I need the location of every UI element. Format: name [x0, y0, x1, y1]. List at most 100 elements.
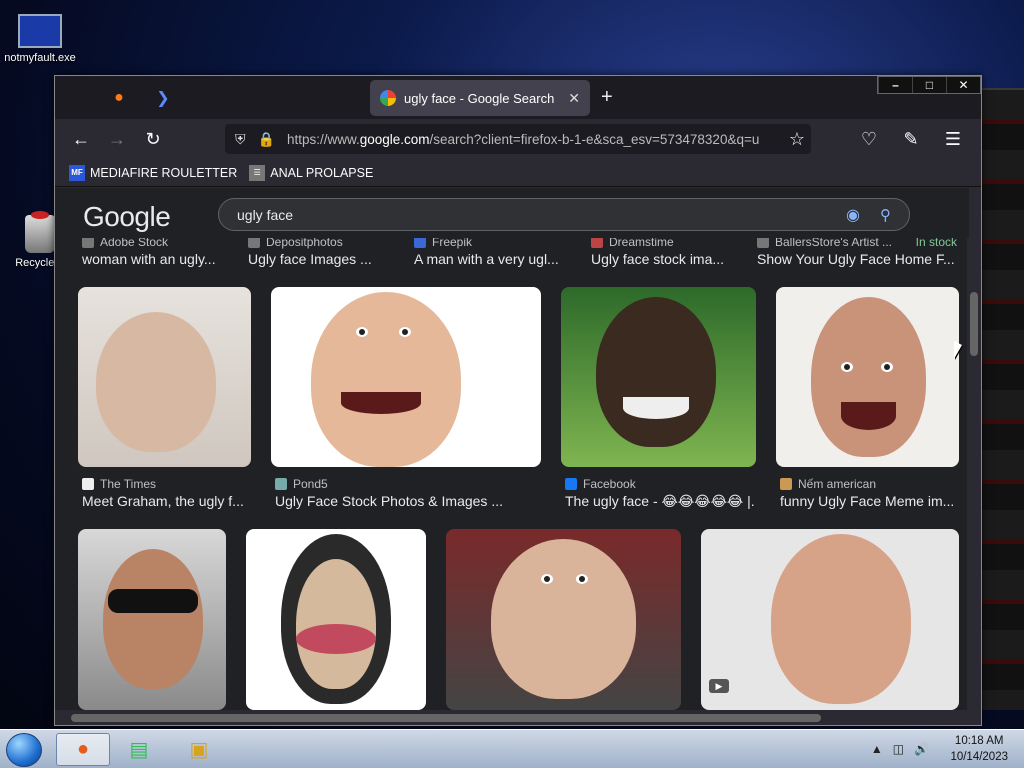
scrollbar-thumb[interactable]	[970, 292, 978, 356]
result-image-bald-man[interactable]: ▶	[701, 529, 959, 710]
result-source: Facebook	[565, 477, 755, 491]
lock-icon[interactable]: 🔒	[258, 131, 275, 148]
horizontal-scrollbar[interactable]	[55, 710, 969, 725]
eye-shape	[881, 362, 893, 372]
recycle-bin-icon	[25, 211, 55, 253]
url-domain: google.com	[359, 131, 430, 147]
forward-button[interactable]: →	[99, 123, 135, 155]
pinned-tab-terminal[interactable]: ❯	[151, 86, 175, 110]
mouth-shape	[623, 397, 689, 419]
extensions-button[interactable]: ✎	[893, 123, 929, 155]
url-bar[interactable]: ⛨ 🔒 https://www. google.com/search?client…	[225, 124, 811, 154]
network-icon[interactable]: ◫	[893, 742, 904, 756]
navigation-toolbar: ← → ↻ ⛨ 🔒 https://www. google.com/search?…	[55, 119, 981, 159]
result-title[interactable]: Meet Graham, the ugly f...	[82, 493, 247, 509]
close-tab-icon[interactable]: ✕	[568, 90, 580, 107]
bookmark-label: MEDIAFIRE ROULETTER	[90, 165, 238, 180]
taskbar-sheets[interactable]: ▤	[112, 733, 166, 766]
puzzle-icon: ✎	[903, 128, 919, 149]
result-source: The Times	[82, 477, 252, 491]
clock[interactable]: 10:18 AM 10/14/2023	[950, 733, 1008, 765]
result-image-pond5[interactable]	[271, 287, 541, 467]
result-title[interactable]: Ugly Face Stock Photos & Images ...	[275, 493, 540, 509]
mediafire-icon: MF	[69, 164, 85, 181]
folder-icon: ▣	[189, 739, 209, 761]
vertical-scrollbar[interactable]	[967, 188, 981, 710]
reload-button[interactable]: ↻	[135, 123, 171, 155]
close-window-button[interactable]: ✕	[946, 77, 980, 93]
window-controls: – □ ✕	[877, 76, 981, 94]
face-shape	[96, 312, 216, 452]
google-logo[interactable]: Google	[83, 201, 171, 233]
lips-shape	[296, 624, 376, 654]
hamburger-icon: ☰	[944, 128, 962, 149]
clock-date: 10/14/2023	[950, 751, 1008, 763]
result-title[interactable]: funny Ugly Face Meme im...	[780, 493, 960, 509]
google-favicon-icon	[380, 90, 396, 106]
minimize-button[interactable]: –	[878, 77, 912, 93]
bookmark-second[interactable]: ☰ ANAL PROLAPSE	[249, 164, 374, 181]
bookmark-label: ANAL PROLAPSE	[270, 165, 374, 180]
result-title[interactable]: Ugly face Images ...	[248, 251, 398, 267]
pocket-icon: ♡	[860, 128, 878, 149]
new-tab-button[interactable]: +	[601, 86, 613, 109]
firefox-icon: ●	[76, 738, 90, 760]
eye-shape	[356, 327, 368, 337]
volume-icon[interactable]: 🔊	[914, 742, 929, 756]
tab-title: ugly face - Google Search	[404, 90, 555, 106]
result-image-facebook[interactable]	[561, 287, 756, 467]
start-button[interactable]	[6, 733, 42, 767]
result-title[interactable]: Show Your Ugly Face Home F...	[757, 251, 957, 267]
facebook-icon	[565, 478, 577, 490]
desktop-icon-label: notmyfault.exe	[4, 52, 76, 64]
result-image-lips[interactable]	[246, 529, 426, 710]
tab-google-search[interactable]: ugly face - Google Search ✕	[370, 80, 590, 116]
desktop-icon-notmyfault[interactable]: notmyfault.exe	[0, 14, 80, 64]
result-title[interactable]: The ugly face - 😂😂😂😂😂 |...	[565, 493, 755, 510]
scrollbar-thumb[interactable]	[71, 714, 821, 722]
search-box[interactable]: ugly face ◉ ⚲	[218, 198, 910, 231]
pocket-button[interactable]: ♡	[851, 123, 887, 155]
mouse-cursor-icon	[954, 341, 962, 359]
video-play-icon: ▶	[709, 679, 729, 693]
clock-time: 10:18 AM	[954, 735, 1004, 747]
mouth-shape	[841, 402, 896, 430]
result-image-sunglasses[interactable]	[78, 529, 226, 710]
face-shape	[491, 539, 636, 699]
taskbar-firefox[interactable]: ●	[56, 733, 110, 766]
source-favicon-icon	[82, 478, 94, 490]
pinned-tab-firefox[interactable]: ●	[107, 86, 131, 110]
reload-icon: ↻	[145, 128, 161, 149]
system-tray: ▲ ◫ 🔊	[871, 742, 929, 756]
mouth-shape	[341, 392, 421, 414]
result-image-graham[interactable]	[78, 287, 251, 467]
source-favicon-icon	[275, 478, 287, 490]
google-lens-icon[interactable]: ◉	[846, 205, 860, 225]
back-button[interactable]: ←	[63, 123, 99, 155]
taskbar: ● ▤ ▣ ▲ ◫ 🔊 10:18 AM 10/14/2023	[0, 729, 1024, 768]
bookmark-page-icon: ☰	[249, 164, 266, 181]
exe-icon	[18, 14, 62, 48]
result-title[interactable]: A man with a very ugl...	[414, 251, 564, 267]
bookmark-star-button[interactable]: ☆	[779, 123, 815, 155]
face-shape	[811, 297, 926, 457]
spreadsheet-icon: ▤	[129, 739, 149, 761]
result-title[interactable]: woman with an ugly...	[82, 251, 227, 267]
tab-strip: ● ❯ ugly face - Google Search ✕ + – □ ✕	[55, 76, 981, 119]
result-image-meme[interactable]	[776, 287, 959, 467]
url-path: /search?client=firefox-b-1-e&sca_esv=573…	[429, 131, 760, 147]
search-icon[interactable]: ⚲	[880, 206, 891, 224]
menu-button[interactable]: ☰	[935, 123, 971, 155]
tray-chevron-icon[interactable]: ▲	[871, 742, 883, 756]
taskbar-explorer[interactable]: ▣	[172, 733, 226, 766]
result-title[interactable]: Ugly face stock ima...	[591, 251, 731, 267]
search-input[interactable]: ugly face	[237, 207, 846, 223]
result-image-old-woman[interactable]	[446, 529, 681, 710]
bookmark-mediafire[interactable]: MF MEDIAFIRE ROULETTER	[69, 164, 238, 181]
arrow-right-icon: →	[108, 128, 126, 149]
shield-icon[interactable]: ⛨	[235, 131, 246, 148]
maximize-button[interactable]: □	[912, 77, 946, 93]
face-shape	[771, 534, 911, 704]
eye-shape	[399, 327, 411, 337]
eye-shape	[576, 574, 588, 584]
